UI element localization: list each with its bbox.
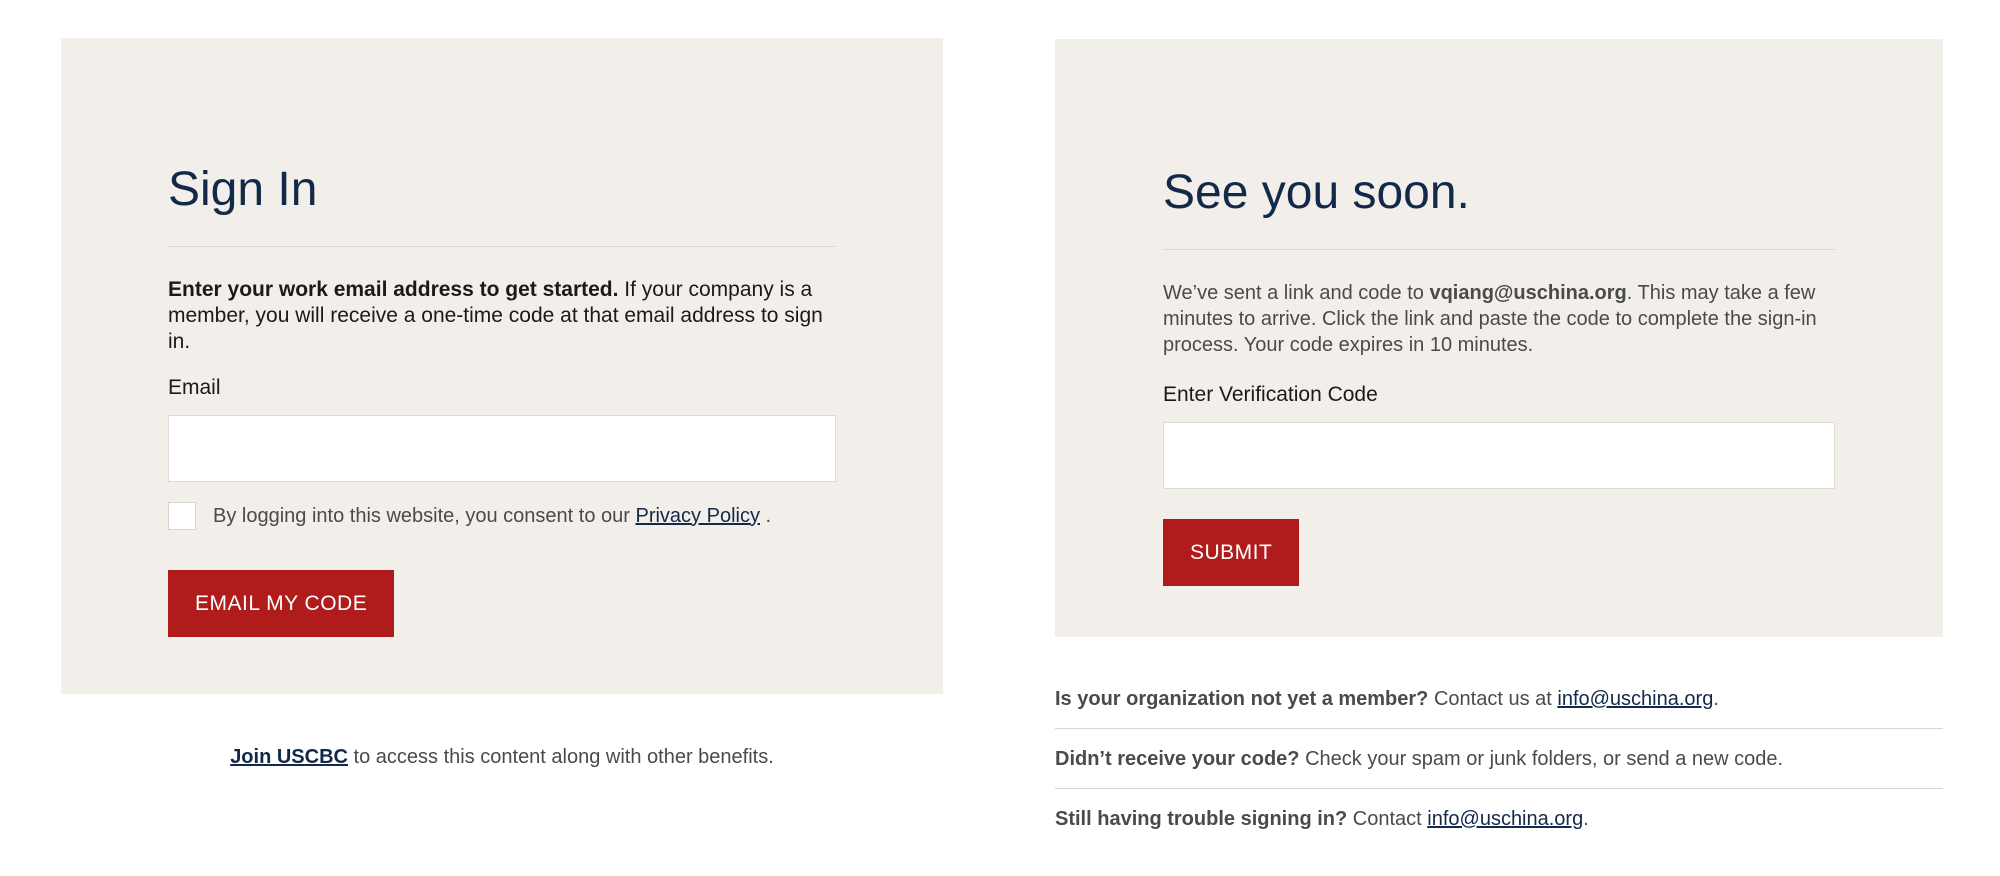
- verification-code-field[interactable]: [1163, 422, 1835, 489]
- divider: [1055, 788, 1943, 789]
- verify-panel: See you soon. We’ve sent a link and code…: [1055, 39, 1943, 637]
- submit-button[interactable]: SUBMIT: [1163, 519, 1300, 586]
- help-faq: Is your organization not yet a member? C…: [1055, 686, 1943, 832]
- faq-question: Didn’t receive your code?: [1055, 748, 1300, 770]
- divider: [1163, 249, 1835, 250]
- faq-end: .: [1713, 688, 1719, 710]
- contact-email-link[interactable]: info@uschina.org: [1427, 808, 1583, 830]
- email-label: Email: [168, 376, 221, 399]
- faq-answer: Contact us at: [1428, 688, 1558, 710]
- join-line: Join USCBC to access this content along …: [61, 746, 943, 769]
- consent-text: By logging into this website, you consen…: [213, 504, 636, 527]
- faq-answer: Check your spam or junk folders, or send…: [1299, 748, 1784, 770]
- sign-in-panel: Sign In Enter your work email address to…: [61, 38, 943, 694]
- join-uscbc-link[interactable]: Join USCBC: [230, 746, 348, 768]
- divider: [168, 246, 836, 247]
- verify-message: We’ve sent a link and code to vqiang@usc…: [1163, 280, 1835, 358]
- consent-end: .: [759, 504, 772, 527]
- privacy-policy-link[interactable]: Privacy Policy: [635, 505, 759, 528]
- verify-title: See you soon.: [1163, 166, 1470, 219]
- faq-question: Still having trouble signing in?: [1055, 808, 1348, 830]
- consent-row: By logging into this website, you consen…: [168, 502, 836, 530]
- verify-email: vqiang@uschina.org: [1429, 282, 1627, 304]
- faq-item: Still having trouble signing in? Contact…: [1055, 806, 1943, 832]
- faq-item: Didn’t receive your code? Check your spa…: [1055, 746, 1943, 772]
- divider: [1055, 728, 1943, 729]
- faq-answer: Contact: [1347, 808, 1428, 830]
- intro-bold-text: Enter your work email address to get sta…: [168, 278, 619, 301]
- sign-in-intro: Enter your work email address to get sta…: [168, 277, 836, 355]
- contact-email-link[interactable]: info@uschina.org: [1557, 688, 1713, 710]
- faq-end: .: [1583, 808, 1589, 830]
- faq-item: Is your organization not yet a member? C…: [1055, 686, 1943, 712]
- email-my-code-button[interactable]: EMAIL MY CODE: [168, 570, 395, 637]
- faq-question: Is your organization not yet a member?: [1055, 688, 1429, 710]
- consent-checkbox[interactable]: [168, 502, 196, 530]
- verification-code-label: Enter Verification Code: [1163, 383, 1378, 406]
- join-text: to access this content along with other …: [347, 746, 774, 768]
- email-field[interactable]: [168, 415, 836, 482]
- sign-in-title: Sign In: [168, 163, 318, 216]
- verify-msg-start: We’ve sent a link and code to: [1163, 282, 1430, 304]
